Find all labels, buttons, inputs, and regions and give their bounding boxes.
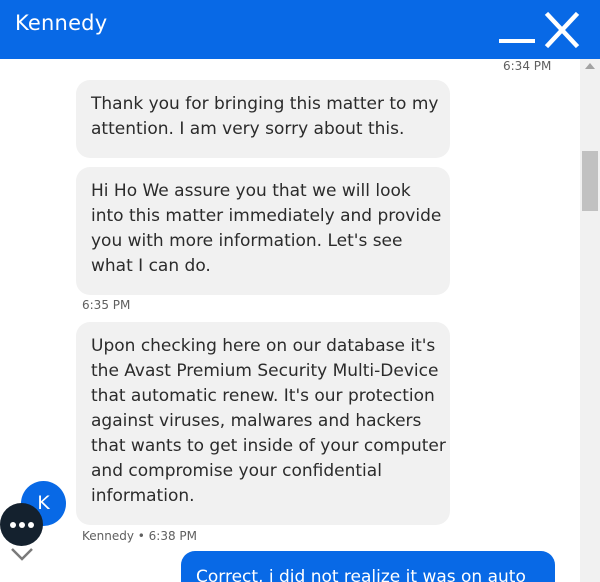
scroll-down-button[interactable] — [9, 545, 35, 563]
scrollbar-thumb[interactable] — [582, 151, 598, 211]
chat-header: Kennedy — [0, 0, 600, 59]
message-line: information. — [91, 486, 195, 506]
message-line: Upon checking here on our database it's — [91, 336, 436, 356]
message-line: and compromise your confidential — [91, 461, 382, 481]
message-line: you with more information. Let's see — [91, 231, 403, 251]
message-line: against viruses, malwares and hackers — [91, 411, 422, 431]
minimize-button[interactable] — [496, 18, 538, 48]
user-message-bubble: Correct, i did not realize it was on aut… — [181, 551, 555, 582]
message-line: that automatic renew. It's our protectio… — [91, 386, 435, 406]
more-options-button[interactable] — [0, 503, 43, 546]
agent-name-title: Kennedy — [15, 11, 108, 35]
agent-message-bubble: Thank you for bringing this matter to my… — [76, 80, 450, 158]
timestamp: 6:34 PM — [503, 59, 552, 73]
message-line: the Avast Premium Security Multi-Device — [91, 361, 439, 381]
message-line: Thank you for bringing this matter to my — [91, 94, 439, 114]
message-line: Hi Ho We assure you that we will look — [91, 181, 411, 201]
agent-message-bubble: Upon checking here on our database it's … — [76, 322, 450, 525]
message-line: that wants to get inside of your compute… — [91, 436, 446, 456]
scroll-up-arrow-icon[interactable] — [585, 63, 595, 69]
sender-timestamp: Kennedy • 6:38 PM — [82, 529, 198, 543]
message-line: what I can do. — [91, 256, 211, 276]
chevron-down-icon — [11, 548, 33, 561]
message-line: into this matter immediately and provide — [91, 206, 442, 226]
message-list[interactable]: 6:34 PM Thank you for bringing this matt… — [0, 59, 580, 582]
scrollbar[interactable] — [580, 59, 600, 582]
close-icon — [544, 11, 580, 49]
message-line: Correct, i did not realize it was on aut… — [196, 567, 526, 582]
minimize-icon — [499, 39, 535, 43]
close-button[interactable] — [542, 10, 582, 50]
timestamp: 6:35 PM — [82, 298, 131, 312]
message-line: attention. I am very sorry about this. — [91, 119, 405, 139]
agent-message-bubble: Hi Ho We assure you that we will look in… — [76, 167, 450, 295]
